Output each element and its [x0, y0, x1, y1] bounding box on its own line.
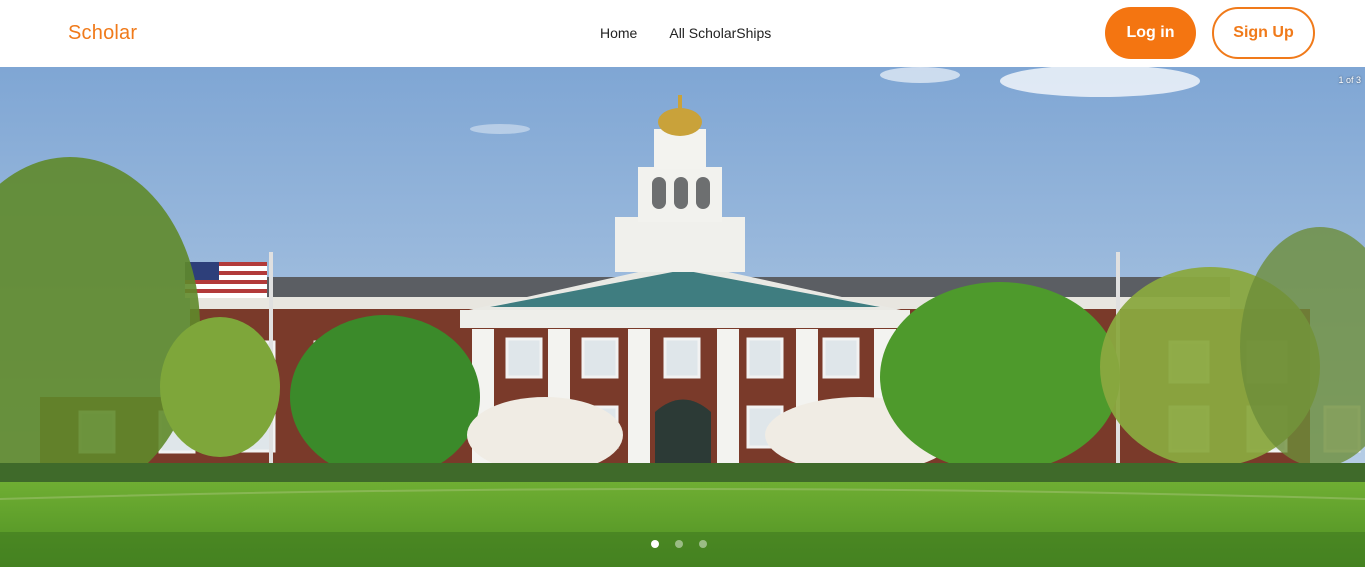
slide-counter: 1 of 3 — [1338, 75, 1361, 85]
navbar: Scholar Home All ScholarShips Log in Sig… — [0, 0, 1365, 67]
carousel-dot-1[interactable] — [651, 540, 659, 548]
nav-link-home[interactable]: Home — [600, 25, 637, 41]
hero-image — [0, 67, 1365, 567]
carousel-dot-3[interactable] — [699, 540, 707, 548]
login-button[interactable]: Log in — [1105, 7, 1196, 59]
nav-links: Home All ScholarShips — [600, 25, 771, 41]
carousel-indicators — [651, 540, 707, 548]
hero-carousel[interactable]: 1 of 3 — [0, 67, 1365, 567]
signup-button[interactable]: Sign Up — [1212, 7, 1315, 59]
brand-logo[interactable]: Scholar — [68, 22, 137, 45]
carousel-dot-2[interactable] — [675, 540, 683, 548]
nav-link-all-scholarships[interactable]: All ScholarShips — [669, 25, 771, 41]
